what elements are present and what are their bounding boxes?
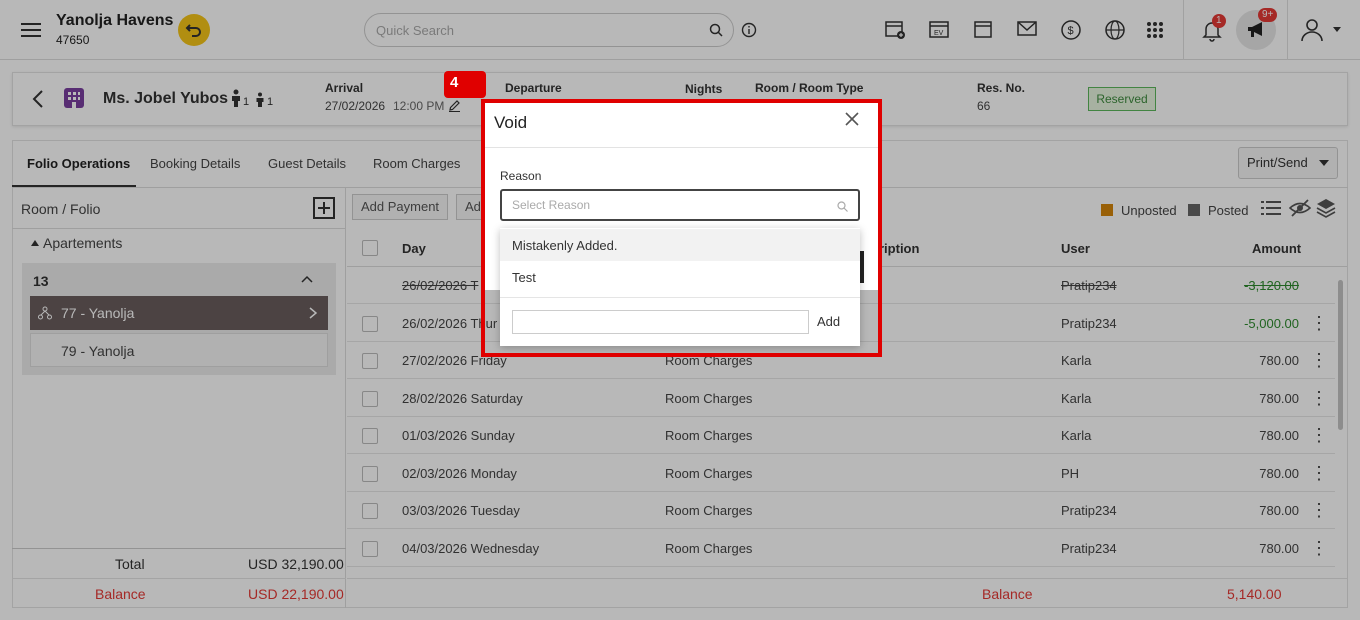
highlight-frame [481,99,882,357]
step-marker: 4 [444,71,486,98]
